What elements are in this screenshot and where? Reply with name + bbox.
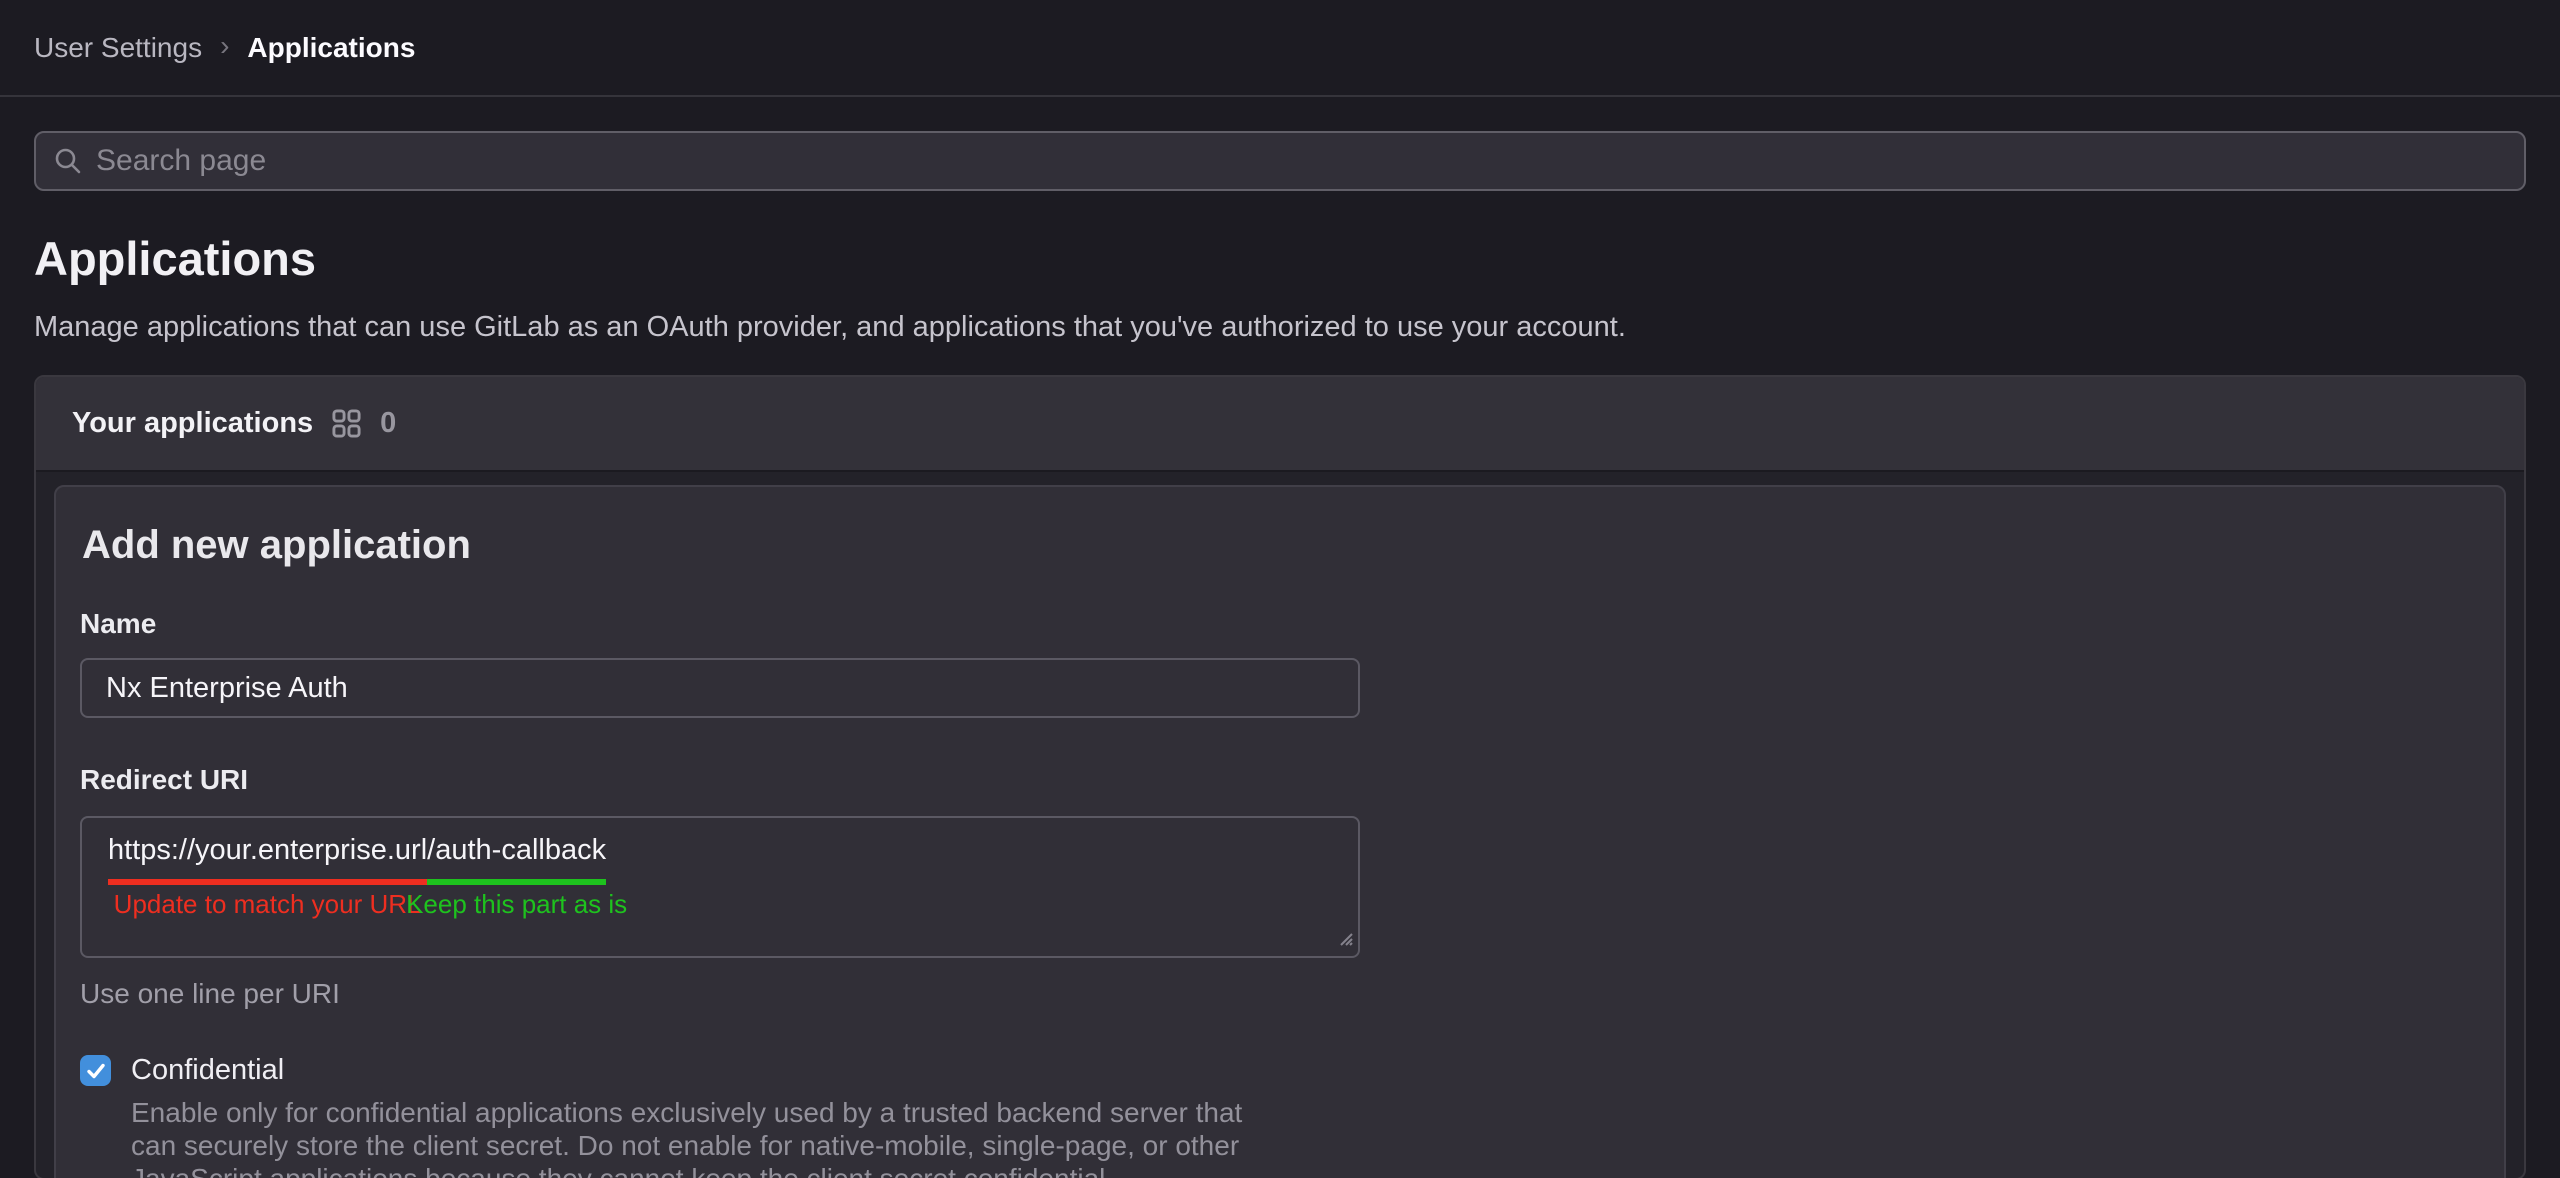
page-description: Manage applications that can use GitLab … <box>34 309 2526 345</box>
search-bar <box>34 131 2526 191</box>
confidential-help-line: JavaScript applications because they can… <box>131 1162 2480 1178</box>
add-new-application-title: Add new application <box>82 523 2480 568</box>
application-name-input[interactable] <box>80 658 1360 718</box>
page-content: Applications Manage applications that ca… <box>0 131 2560 1178</box>
confidential-help-line: Enable only for confidential application… <box>131 1096 2480 1129</box>
search-icon <box>52 145 84 177</box>
add-new-application-card: Add new application Name Redirect URI ht… <box>54 485 2506 1178</box>
your-applications-title: Your applications <box>72 407 313 440</box>
redirect-uri-update-text: https://your.enterprise.url <box>108 834 427 866</box>
chevron-right-icon: › <box>220 30 229 62</box>
breadcrumb: User Settings › Applications <box>0 0 2560 97</box>
confidential-checkbox[interactable] <box>80 1055 111 1086</box>
name-field-label: Name <box>80 608 2480 640</box>
page-title: Applications <box>34 233 2526 285</box>
uri-help-text: Use one line per URI <box>80 978 2480 1010</box>
redirect-uri-keep-text: /auth-callback <box>427 834 606 866</box>
breadcrumb-current-applications: Applications <box>247 32 415 64</box>
redirect-uri-textarea[interactable]: https://your.enterprise.url Update to ma… <box>80 816 1360 958</box>
checkmark-icon <box>84 1059 108 1083</box>
redirect-uri-label: Redirect URI <box>80 764 2480 796</box>
your-applications-header: Your applications 0 <box>36 377 2524 472</box>
search-input[interactable] <box>96 133 2508 189</box>
confidential-help-text: Enable only for confidential application… <box>131 1096 2480 1178</box>
textarea-resize-handle-icon[interactable] <box>1335 928 1355 953</box>
confidential-checkbox-row: Confidential <box>80 1054 2480 1087</box>
applications-count-badge: 0 <box>380 407 396 440</box>
your-applications-section: Your applications 0 Add new application … <box>34 375 2526 1178</box>
breadcrumb-link-user-settings[interactable]: User Settings <box>34 32 202 64</box>
redirect-uri-update-part: https://your.enterprise.url Update to ma… <box>108 834 427 885</box>
annotation-update-to-match: Update to match your URL <box>114 889 422 920</box>
redirect-uri-keep-part: /auth-callback Keep this part as is <box>427 834 606 885</box>
confidential-label[interactable]: Confidential <box>131 1054 284 1087</box>
annotation-keep-as-is: Keep this part as is <box>406 889 627 920</box>
confidential-help-line: can securely store the client secret. Do… <box>131 1129 2480 1162</box>
your-applications-body: Add new application Name Redirect URI ht… <box>36 472 2524 1178</box>
grid-icon <box>331 408 362 439</box>
